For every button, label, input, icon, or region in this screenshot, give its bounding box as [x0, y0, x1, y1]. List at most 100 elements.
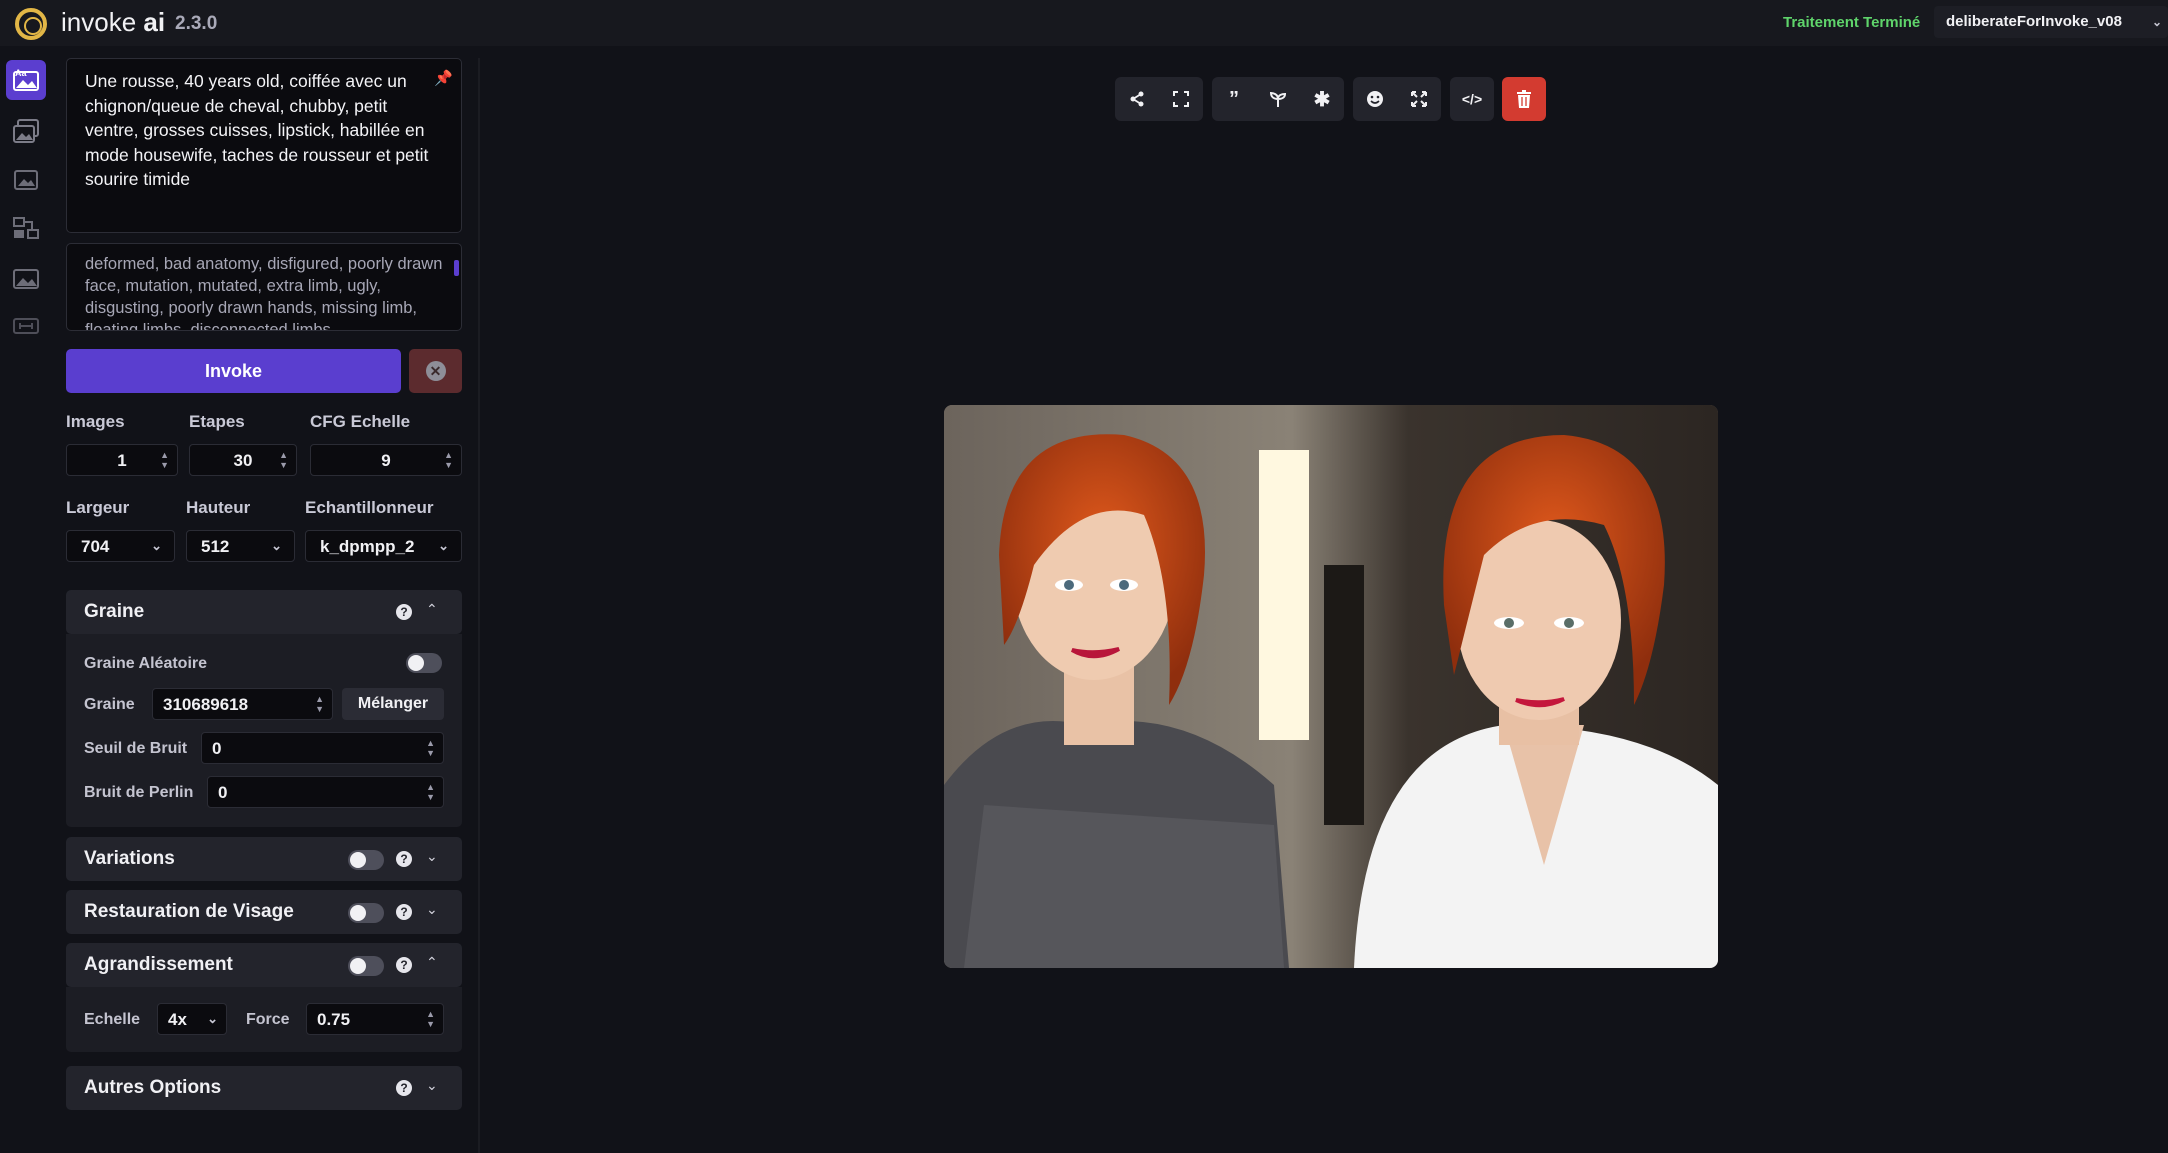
variations-accordion-header[interactable]: Variations ? ⌄ [66, 837, 462, 881]
result-image[interactable] [944, 405, 1718, 968]
tab-merge-models[interactable] [6, 306, 46, 346]
delete-button[interactable] [1502, 77, 1546, 121]
gallery-icon [13, 269, 39, 289]
stepper-icon[interactable]: ▲ ▼ [444, 450, 453, 470]
scale-select[interactable]: 4x ⌄ [157, 1003, 227, 1035]
strength-value: 0.75 [317, 1010, 351, 1029]
use-all-button[interactable]: ✱ [1300, 77, 1344, 121]
chevron-down-icon: ⌄ [151, 538, 162, 553]
seed-accordion-body: Graine Aléatoire Graine 310689618 ▲ ▼ Mél… [66, 634, 462, 827]
tab-text-to-image[interactable]: Aa [6, 60, 46, 100]
tab-nodes[interactable] [6, 208, 46, 248]
stepper-icon[interactable]: ▲ ▼ [426, 1009, 435, 1029]
random-seed-toggle[interactable] [406, 653, 442, 673]
seed-title: Graine [84, 601, 145, 622]
prompt-text: Une rousse, 40 years old, coiffée avec u… [85, 71, 429, 189]
tab-image-to-image[interactable] [6, 111, 46, 151]
shuffle-button[interactable]: Mélanger [342, 688, 444, 720]
model-select-value: deliberateForInvoke_v08 [1946, 13, 2122, 30]
details-button[interactable]: </> [1450, 77, 1494, 121]
pin-icon[interactable]: 📌 [434, 67, 453, 92]
chevron-down-icon[interactable]: ⌄ [426, 901, 438, 918]
height-value: 512 [201, 537, 230, 556]
seedling-icon [1269, 91, 1287, 107]
model-select[interactable]: deliberateForInvoke_v08 ⌄ [1934, 6, 2168, 38]
toolbar-group-share [1115, 77, 1203, 121]
width-label: Largeur [66, 498, 130, 517]
fullscreen-button[interactable] [1159, 77, 1203, 121]
scrollbar-thumb[interactable] [454, 260, 459, 276]
expand-icon [1411, 91, 1427, 107]
random-seed-label: Graine Aléatoire [84, 655, 208, 672]
perlin-input[interactable]: 0 ▲ ▼ [207, 776, 444, 808]
images-input[interactable]: 1 ▲ ▼ [66, 444, 178, 476]
strength-input[interactable]: 0.75 ▲ ▼ [306, 1003, 444, 1035]
nodes-icon [13, 217, 39, 239]
trash-icon [1517, 90, 1531, 108]
status-text: Traitement Terminé [1783, 14, 1921, 31]
cfg-value: 9 [381, 451, 391, 470]
stepper-icon[interactable]: ▲ ▼ [279, 450, 288, 470]
code-icon: </> [1461, 91, 1483, 107]
help-icon[interactable]: ? [396, 604, 412, 620]
face-restore-toggle[interactable] [348, 903, 384, 923]
invoke-button[interactable]: Invoke [66, 349, 401, 393]
seed-value: 310689618 [163, 695, 249, 714]
chevron-up-icon[interactable]: ⌃ [426, 601, 438, 618]
upscale-toggle[interactable] [348, 956, 384, 976]
images-label: Images [66, 412, 125, 431]
sampler-value: k_dpmpp_2 [320, 537, 415, 556]
sampler-select[interactable]: k_dpmpp_2 ⌄ [305, 530, 462, 562]
help-icon[interactable]: ? [396, 957, 412, 973]
use-seed-button[interactable] [1256, 77, 1300, 121]
tab-model-manager[interactable] [6, 258, 46, 298]
prompt-input[interactable]: Une rousse, 40 years old, coiffée avec u… [66, 58, 462, 233]
restore-faces-button[interactable] [1353, 77, 1397, 121]
perlin-value: 0 [218, 783, 228, 802]
quote-icon: ” [1229, 87, 1239, 110]
share-button[interactable] [1115, 77, 1159, 121]
toolbar-group-use: ” ✱ [1212, 77, 1344, 121]
stepper-icon[interactable]: ▲ ▼ [426, 738, 435, 758]
face-restore-accordion-header[interactable]: Restauration de Visage ? ⌄ [66, 890, 462, 934]
scale-value: 4x [168, 1010, 187, 1029]
cfg-input[interactable]: 9 ▲ ▼ [310, 444, 462, 476]
steps-input[interactable]: 30 ▲ ▼ [189, 444, 297, 476]
sampler-label: Echantillonneur [305, 498, 434, 517]
training-icon [13, 318, 39, 334]
chevron-up-icon[interactable]: ⌃ [426, 954, 438, 971]
tab-unified-canvas[interactable] [6, 160, 46, 200]
perlin-label: Bruit de Perlin [84, 784, 194, 801]
stepper-icon[interactable]: ▲ ▼ [315, 694, 324, 714]
face-icon [1367, 91, 1383, 107]
fullscreen-icon [1173, 91, 1189, 107]
toolbar-group-post [1353, 77, 1441, 121]
upscale-button[interactable] [1397, 77, 1441, 121]
stepper-icon[interactable]: ▲ ▼ [160, 450, 169, 470]
threshold-input[interactable]: 0 ▲ ▼ [201, 732, 444, 764]
variations-toggle[interactable] [348, 850, 384, 870]
chevron-down-icon[interactable]: ⌄ [426, 1077, 438, 1094]
negative-prompt-input[interactable]: deformed, bad anatomy, disfigured, poorl… [66, 243, 462, 331]
other-options-title: Autres Options [84, 1077, 222, 1098]
chevron-down-icon[interactable]: ⌄ [426, 848, 438, 865]
seed-input[interactable]: 310689618 ▲ ▼ [152, 688, 333, 720]
other-options-accordion-header[interactable]: Autres Options ? ⌄ [66, 1066, 462, 1110]
width-select[interactable]: 704 ⌄ [66, 530, 175, 562]
help-icon[interactable]: ? [396, 1080, 412, 1096]
upscale-accordion-header[interactable]: Agrandissement ? ⌃ [66, 943, 462, 987]
seed-accordion-header[interactable]: Graine ? ⌃ [66, 590, 462, 634]
svg-text:Aa: Aa [15, 68, 27, 78]
seed-label: Graine [84, 696, 135, 713]
brand-text: invoke [61, 7, 137, 37]
cancel-button[interactable]: ✕ [409, 349, 462, 393]
height-label: Hauteur [186, 498, 251, 517]
brand-name: invoke ai [61, 7, 165, 38]
use-prompt-button[interactable]: ” [1212, 77, 1256, 121]
stepper-icon[interactable]: ▲ ▼ [426, 782, 435, 802]
help-icon[interactable]: ? [396, 904, 412, 920]
height-select[interactable]: 512 ⌄ [186, 530, 295, 562]
help-icon[interactable]: ? [396, 851, 412, 867]
chevron-down-icon: ⌄ [438, 538, 449, 553]
threshold-value: 0 [212, 739, 222, 758]
